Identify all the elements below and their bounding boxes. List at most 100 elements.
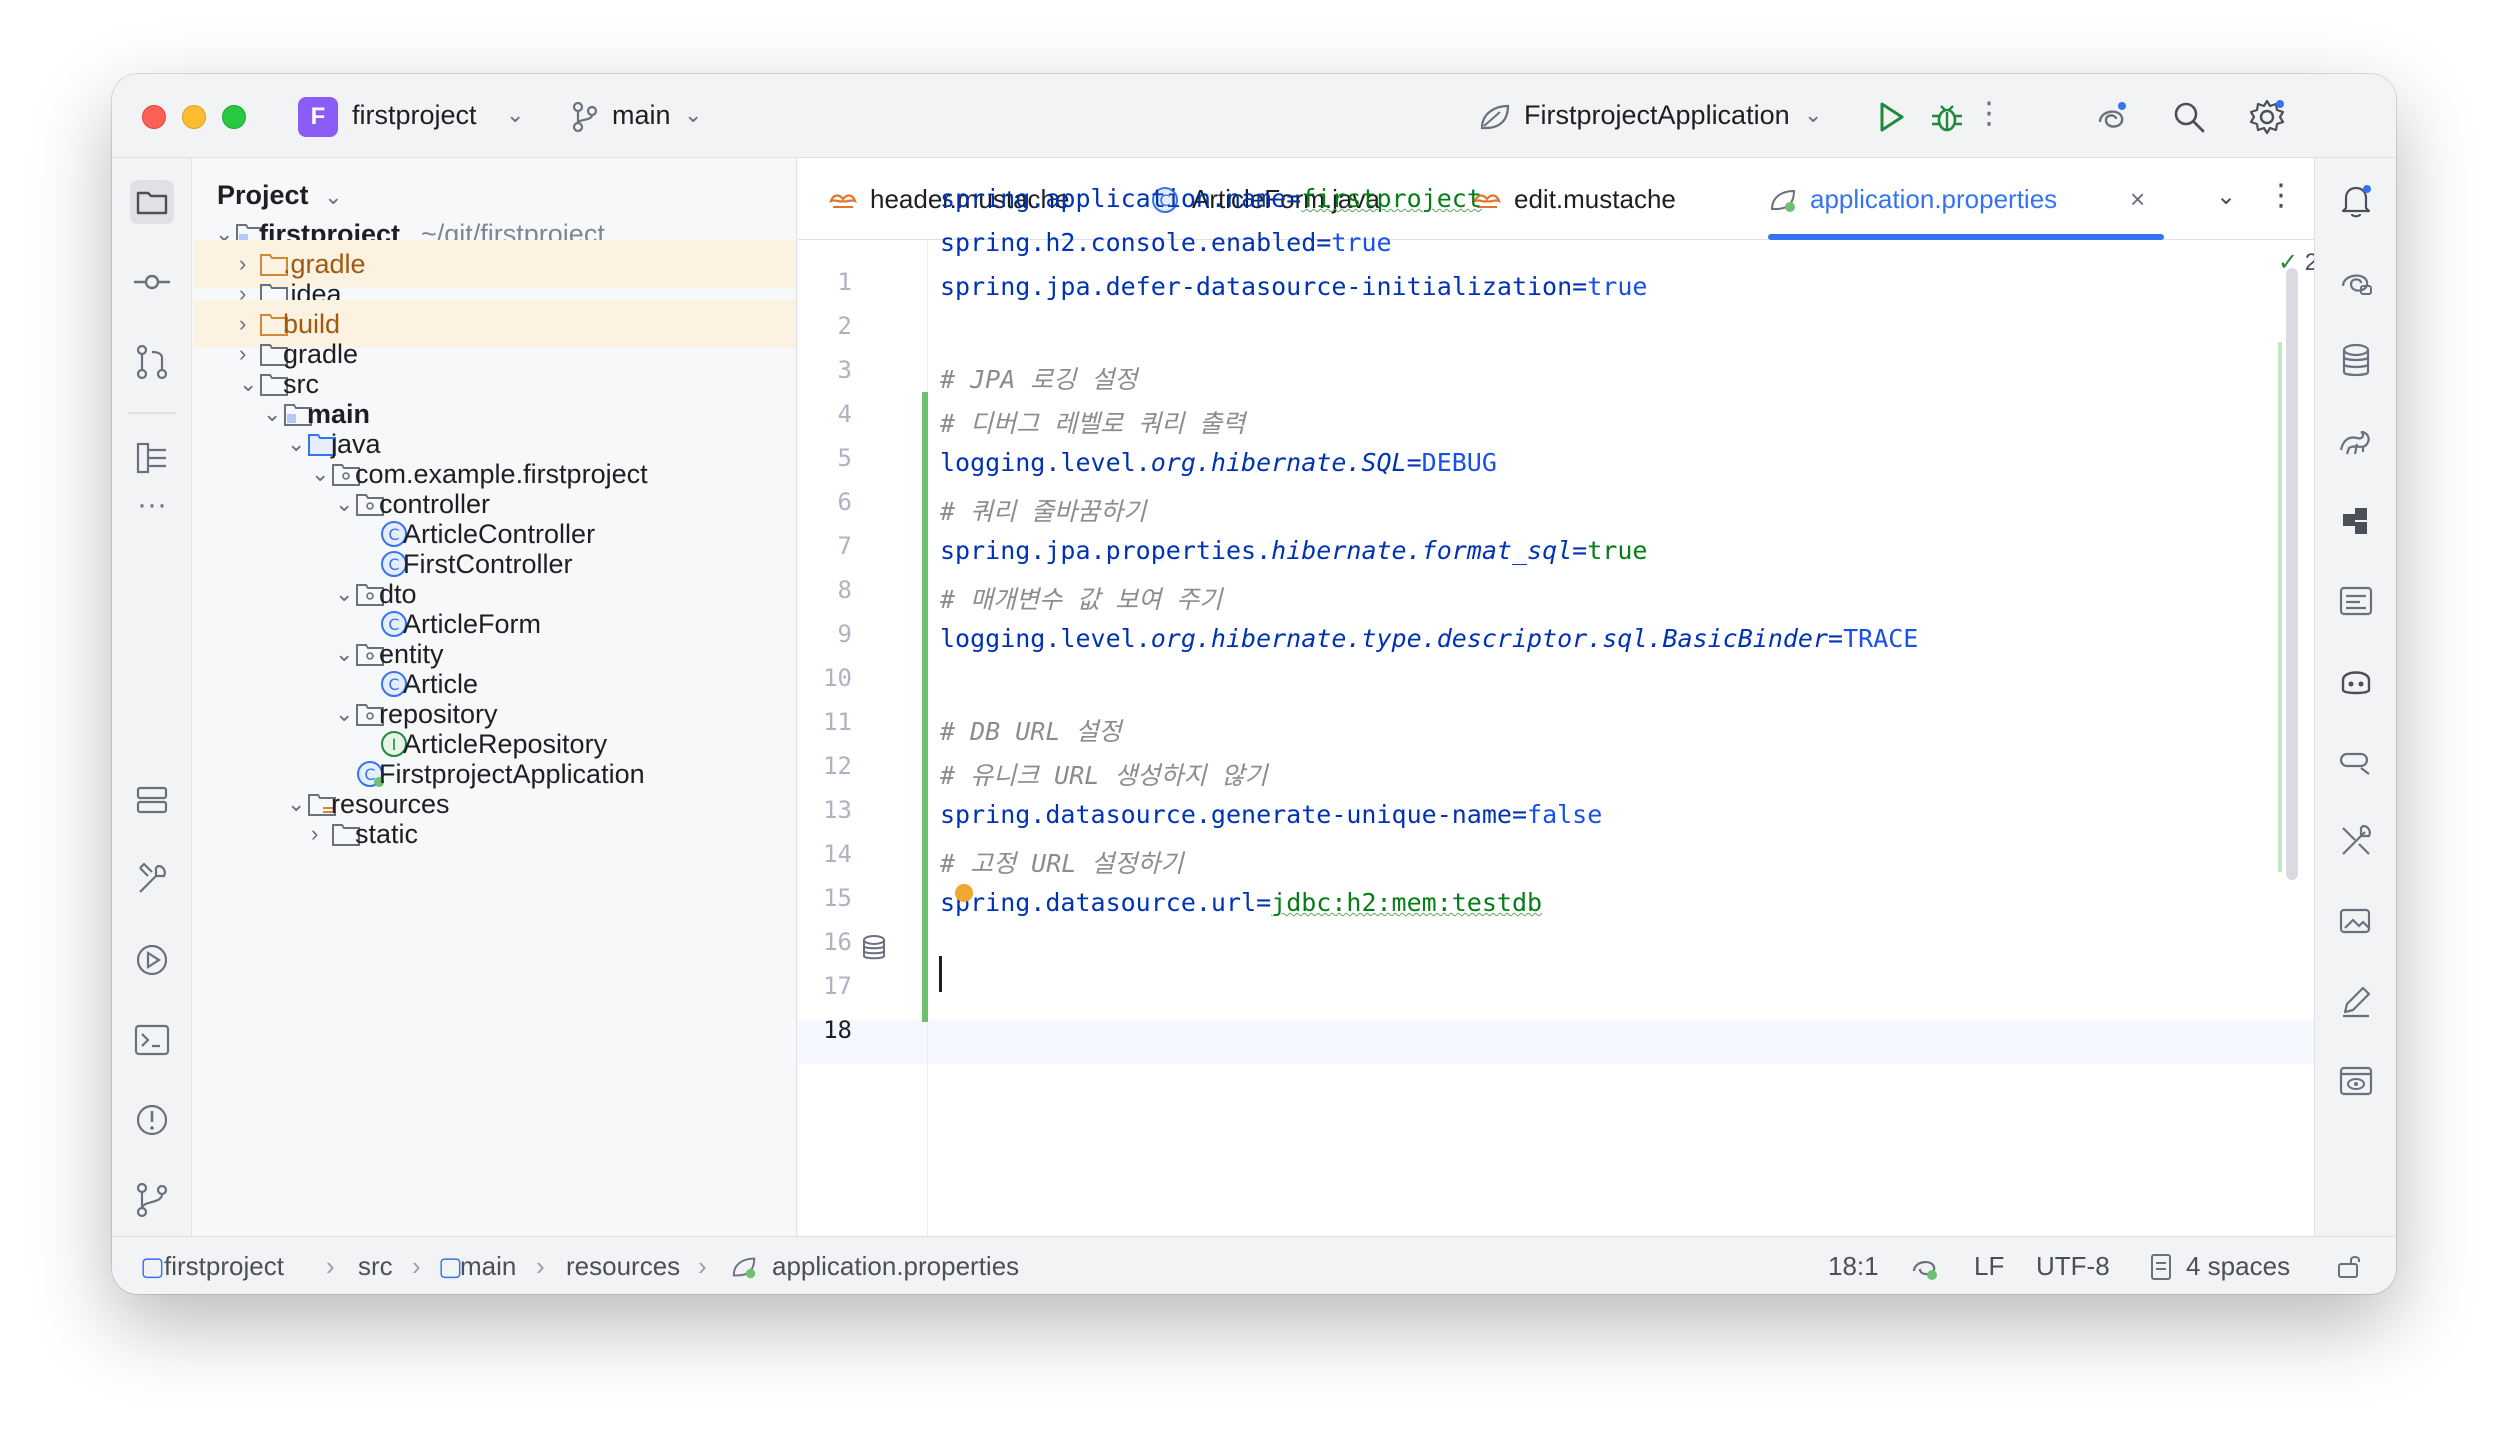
terminal-icon[interactable]	[130, 1018, 174, 1062]
more-horizontal-icon[interactable]: ···	[128, 488, 176, 522]
indent-icon	[2151, 1254, 2171, 1280]
build-tools-icon[interactable]	[130, 858, 174, 902]
ai-chat-icon[interactable]	[2335, 260, 2377, 302]
line-separator[interactable]: LF	[1974, 1251, 2004, 1282]
ai-assistant-icon[interactable]	[2090, 96, 2132, 138]
code-line-7[interactable]: logging.level.org.hibernate.SQL=DEBUG	[940, 448, 1497, 477]
ai-status-icon[interactable]	[1908, 1251, 1940, 1283]
edit-icon[interactable]	[2335, 980, 2377, 1022]
file-encoding[interactable]: UTF-8	[2036, 1251, 2110, 1282]
code-line-2[interactable]: spring.h2.console.enabled=true	[940, 228, 1392, 257]
endpoints-icon[interactable]	[2335, 740, 2377, 782]
plugin-icon[interactable]	[2335, 500, 2377, 542]
breadcrumb-application-properties[interactable]: application.properties	[772, 1251, 1019, 1282]
breadcrumb-resources[interactable]: resources	[566, 1251, 680, 1282]
branch-switcher[interactable]: main	[612, 100, 671, 131]
project-panel-title-label: Project	[217, 180, 309, 210]
breadcrumb-firstproject[interactable]: firstproject	[164, 1251, 284, 1282]
property-key-part: org.hibernate.SQL	[1150, 448, 1407, 477]
chevron-down-icon[interactable]: ⌄	[506, 102, 524, 128]
debug-icon[interactable]	[1926, 96, 1968, 138]
code-line-8[interactable]: # 쿼리 줄바꿈하기	[940, 492, 1146, 528]
tools-icon[interactable]	[2335, 820, 2377, 862]
run-icon[interactable]	[130, 938, 174, 982]
intention-bulb-icon[interactable]	[955, 884, 973, 902]
property-key: spring.datasource.generate-unique-name	[940, 800, 1512, 829]
chevron-right-icon[interactable]: ›	[311, 810, 318, 858]
property-value: firstproject	[1301, 184, 1482, 213]
ide-window: F firstproject ⌄ main ⌄ FirstprojectAppl…	[112, 74, 2396, 1294]
breadcrumb-main[interactable]: main	[460, 1251, 516, 1282]
code-line-5[interactable]: # JPA 로깅 설정	[940, 360, 1137, 396]
line-number: 16	[823, 928, 852, 956]
gradle-icon[interactable]	[2335, 420, 2377, 462]
git-icon[interactable]	[130, 1178, 174, 1222]
code-line-11[interactable]: logging.level.org.hibernate.type.descrip…	[940, 624, 1918, 653]
comment: # 매개변수 값 보여 주기	[940, 585, 1223, 614]
divider	[128, 412, 176, 414]
settings-icon[interactable]	[2246, 96, 2288, 138]
chevron-down-icon[interactable]: ⌄	[324, 184, 342, 209]
chevron-down-icon[interactable]: ⌄	[684, 102, 702, 128]
breadcrumb-src[interactable]: src	[358, 1251, 393, 1282]
property-separator: =	[1572, 536, 1588, 565]
search-icon[interactable]	[2168, 96, 2210, 138]
zoom-window-button[interactable]	[222, 105, 246, 129]
minimize-window-button[interactable]	[182, 105, 206, 129]
project-badge[interactable]: F	[298, 97, 338, 137]
property-value: TRACE	[1843, 624, 1919, 653]
services-icon[interactable]	[130, 778, 174, 822]
code-line-3[interactable]: spring.jpa.defer-datasource-initializati…	[940, 272, 1647, 301]
code-line-10[interactable]: # 매개변수 값 보여 주기	[940, 580, 1222, 616]
database-gutter-icon[interactable]	[860, 932, 892, 964]
copilot-icon[interactable]	[2335, 660, 2377, 702]
project-panel-title[interactable]: Project ⌄	[217, 180, 343, 211]
property-key: logging.level.	[940, 448, 1151, 477]
code-line-9[interactable]: spring.jpa.properties.hibernate.format_s…	[940, 536, 1647, 565]
image-icon[interactable]	[2335, 900, 2377, 942]
code-line-16[interactable]: # 고정 URL 설정하기	[940, 844, 1183, 880]
close-tab-icon[interactable]: ×	[2130, 158, 2145, 240]
indent-setting[interactable]: 4 spaces	[2186, 1251, 2290, 1282]
comment: # 쿼리 줄바꿈하기	[940, 497, 1147, 526]
problems-icon[interactable]	[130, 1098, 174, 1142]
line-number: 2	[837, 312, 852, 340]
database-icon[interactable]	[2335, 340, 2377, 382]
property-separator: =	[1406, 448, 1422, 477]
code-line-13[interactable]: # DB URL 설정	[940, 712, 1121, 748]
title-bar: F firstproject ⌄ main ⌄ FirstprojectAppl…	[112, 74, 2396, 158]
chevron-down-icon[interactable]: ⌄	[1804, 102, 1822, 128]
structure-icon[interactable]	[130, 436, 174, 480]
preview-icon[interactable]	[2335, 1060, 2377, 1102]
code-line-1[interactable]: spring.application.name=firstproject	[940, 184, 1482, 213]
property-key: spring.application.name	[940, 184, 1287, 213]
code-line-17[interactable]: spring.datasource.url=jdbc:h2:mem:testdb	[940, 888, 1542, 917]
line-number: 1	[837, 268, 852, 296]
pull-requests-icon[interactable]	[130, 340, 174, 384]
close-window-button[interactable]	[142, 105, 166, 129]
tree-item-static[interactable]: › static	[193, 810, 796, 858]
code-line-6[interactable]: # 디버그 레벨로 쿼리 출력	[940, 404, 1245, 440]
property-value: jdbc:h2:mem:testdb	[1271, 888, 1543, 917]
vertical-scrollbar[interactable]	[2286, 268, 2298, 880]
code-line-15[interactable]: spring.datasource.generate-unique-name=f…	[940, 800, 1602, 829]
more-vertical-icon[interactable]: ⋮	[2266, 178, 2296, 213]
caret-position[interactable]: 18:1	[1828, 1251, 1879, 1282]
code-line-14[interactable]: # 유니크 URL 생성하지 않기	[940, 756, 1267, 792]
chevron-down-icon[interactable]: ⌄	[2216, 182, 2236, 211]
markdown-preview-icon[interactable]	[2335, 580, 2377, 622]
line-number: 12	[823, 752, 852, 780]
run-configuration-selector[interactable]: FirstprojectApplication	[1524, 100, 1790, 131]
project-switcher[interactable]: firstproject	[352, 100, 477, 131]
change-stripe-marker	[2278, 342, 2282, 872]
project-folder-icon[interactable]	[130, 180, 174, 224]
run-icon[interactable]	[1870, 96, 1912, 138]
property-separator: =	[1511, 800, 1528, 829]
comment: # 고정 URL 설정하기	[940, 849, 1184, 878]
notifications-icon[interactable]	[2335, 180, 2377, 222]
lock-icon[interactable]	[2334, 1251, 2364, 1281]
commit-icon[interactable]	[130, 260, 174, 304]
more-vertical-icon[interactable]: ⋮	[1974, 96, 2004, 131]
vcs-change-marker[interactable]	[922, 392, 928, 1022]
line-number: 15	[823, 884, 852, 912]
